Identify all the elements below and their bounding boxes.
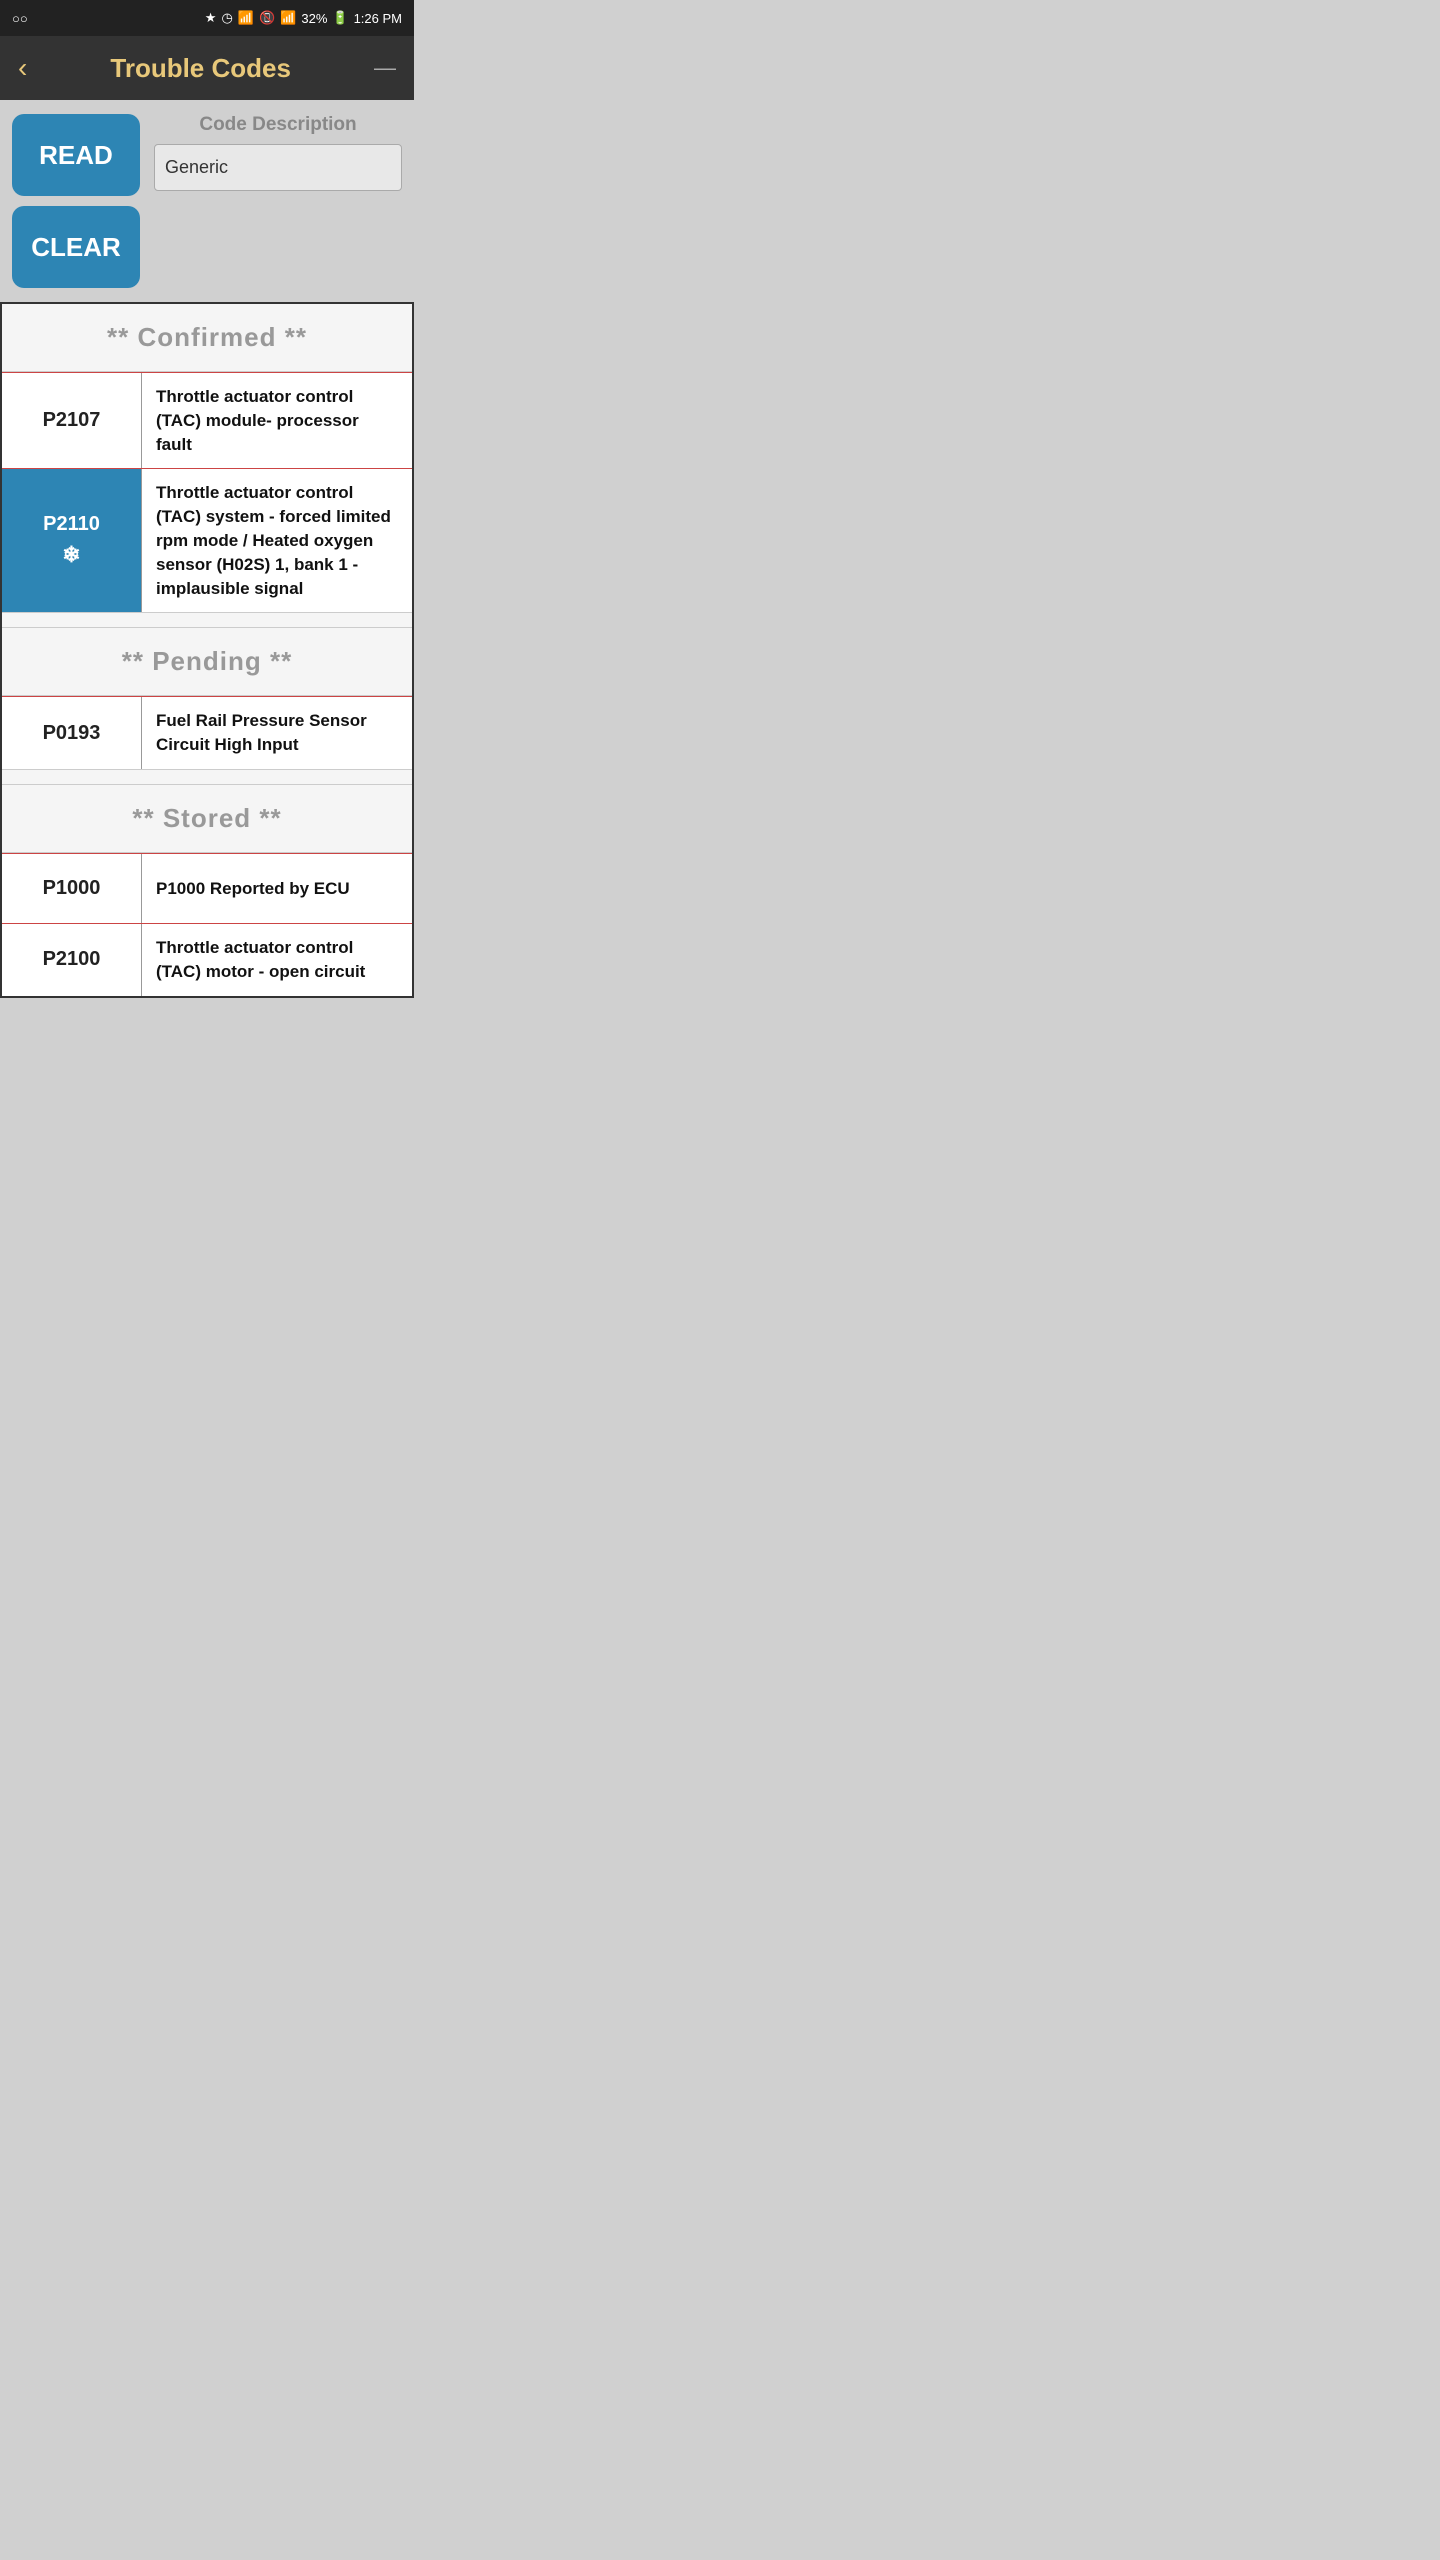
code-cell-p1000[interactable]: P1000	[2, 854, 142, 923]
code-cell-p2107[interactable]: P2107	[2, 373, 142, 468]
confirmed-section-header: ** Confirmed **	[2, 304, 412, 372]
section-gap-pending	[2, 612, 412, 628]
code-description-panel: Code Description	[154, 114, 402, 191]
status-bar: ○○ ★ ◷ 📶 📵 📶 32% 🔋 1:26 PM	[0, 0, 414, 36]
battery-text: 32%	[301, 11, 327, 26]
stored-section-header: ** Stored **	[2, 785, 412, 853]
app-header: ‹ Trouble Codes —	[0, 36, 414, 100]
top-controls: READ CLEAR Code Description	[0, 100, 414, 302]
bluetooth-icon: ★	[205, 10, 217, 26]
page-title: Trouble Codes	[27, 53, 374, 84]
desc-cell-p1000: P1000 Reported by ECU	[142, 854, 412, 923]
status-left: ○○	[12, 11, 28, 26]
signal-icon: 📶	[280, 10, 296, 26]
desc-cell-p0193: Fuel Rail Pressure Sensor Circuit High I…	[142, 697, 412, 769]
code-cell-p2100[interactable]: P2100	[2, 924, 142, 996]
table-row: P2100 Throttle actuator control (TAC) mo…	[2, 923, 412, 996]
code-cell-p0193[interactable]: P0193	[2, 697, 142, 769]
alarm-icon: ◷	[221, 10, 232, 26]
back-button[interactable]: ‹	[18, 54, 27, 82]
read-button[interactable]: READ	[12, 114, 140, 196]
code-desc-input[interactable]	[154, 144, 402, 191]
table-row: P0193 Fuel Rail Pressure Sensor Circuit …	[2, 696, 412, 769]
time-display: 1:26 PM	[354, 11, 402, 26]
code-desc-label: Code Description	[154, 114, 402, 138]
trouble-codes-table: ** Confirmed ** P2107 Throttle actuator …	[0, 302, 414, 998]
code-cell-p2110[interactable]: P2110 ❄	[2, 469, 142, 612]
action-buttons: READ CLEAR	[12, 114, 140, 288]
minimize-button[interactable]: —	[374, 55, 396, 81]
table-row: P2107 Throttle actuator control (TAC) mo…	[2, 372, 412, 468]
desc-cell-p2107: Throttle actuator control (TAC) module- …	[142, 373, 412, 468]
section-gap-stored	[2, 769, 412, 785]
table-row: P2110 ❄ Throttle actuator control (TAC) …	[2, 468, 412, 612]
nosim-icon: 📵	[259, 10, 275, 26]
clear-button[interactable]: CLEAR	[12, 206, 140, 288]
voicemail-icon: ○○	[12, 11, 28, 26]
table-row: P1000 P1000 Reported by ECU	[2, 853, 412, 923]
wifi-icon: 📶	[238, 10, 254, 26]
desc-cell-p2100: Throttle actuator control (TAC) motor - …	[142, 924, 412, 996]
code-label-p2110: P2110	[43, 513, 100, 536]
status-right: ★ ◷ 📶 📵 📶 32% 🔋 1:26 PM	[205, 10, 402, 26]
snowflake-icon: ❄	[62, 542, 80, 568]
desc-cell-p2110: Throttle actuator control (TAC) system -…	[142, 469, 412, 612]
pending-section-header: ** Pending **	[2, 628, 412, 696]
battery-icon: 🔋	[332, 10, 348, 26]
